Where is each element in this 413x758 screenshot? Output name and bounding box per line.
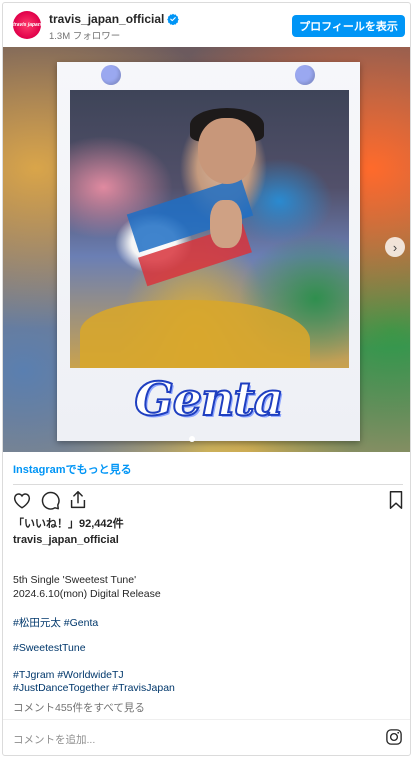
caption-hashtags[interactable]: #TJgram #WorldwideTJ — [13, 669, 124, 681]
photo-blanket — [80, 300, 310, 368]
pin-left-icon — [101, 65, 121, 85]
caption-hashtags[interactable]: #SweetestTune — [13, 642, 86, 654]
instagram-embed-card: travis japan travis_japan_official 1.3M … — [2, 2, 411, 756]
instagram-logo-icon[interactable] — [385, 728, 403, 746]
username-text: travis_japan_official — [49, 12, 165, 26]
bookmark-icon[interactable] — [385, 489, 407, 511]
name-caption: Genta — [133, 371, 284, 427]
caption-line: 2024.6.10(mon) Digital Release — [13, 588, 161, 600]
action-bar — [11, 489, 403, 513]
divider — [3, 719, 410, 720]
caption-username[interactable]: travis_japan_official — [13, 534, 119, 546]
divider — [13, 484, 403, 485]
avatar[interactable]: travis japan — [13, 11, 41, 39]
verified-badge-icon — [167, 13, 180, 25]
like-count[interactable]: 「いいね！」92,442件 — [13, 515, 124, 531]
caption-line: 5th Single 'Sweetest Tune' — [13, 574, 137, 586]
comment-icon[interactable] — [39, 489, 61, 511]
carousel-dot — [189, 436, 195, 442]
post-media[interactable]: Genta › — [3, 47, 410, 452]
polaroid-frame: Genta — [57, 62, 360, 441]
caption-hashtags[interactable]: #松田元太 #Genta — [13, 615, 98, 630]
pin-right-icon — [295, 65, 315, 85]
avatar-text: travis japan — [13, 22, 41, 28]
caption-hashtags[interactable]: #JustDanceTogether #TravisJapan — [13, 682, 175, 694]
username-link[interactable]: travis_japan_official — [49, 12, 180, 26]
photo-face — [198, 118, 256, 184]
portrait-photo — [70, 90, 349, 368]
follower-count: 1.3M フォロワー — [49, 31, 121, 42]
post-header: travis japan travis_japan_official 1.3M … — [3, 3, 410, 45]
chevron-right-icon[interactable]: › — [385, 237, 405, 257]
view-all-comments-link[interactable]: コメント455件をすべて見る — [13, 700, 145, 715]
share-icon[interactable] — [67, 489, 89, 511]
add-comment-field[interactable]: コメントを追加... — [13, 732, 95, 747]
heart-icon[interactable] — [11, 489, 33, 511]
photo-peace-hand — [210, 200, 242, 248]
view-more-on-instagram-link[interactable]: Instagramでもっと見る — [13, 461, 132, 477]
view-profile-button[interactable]: プロフィールを表示 — [292, 15, 405, 37]
